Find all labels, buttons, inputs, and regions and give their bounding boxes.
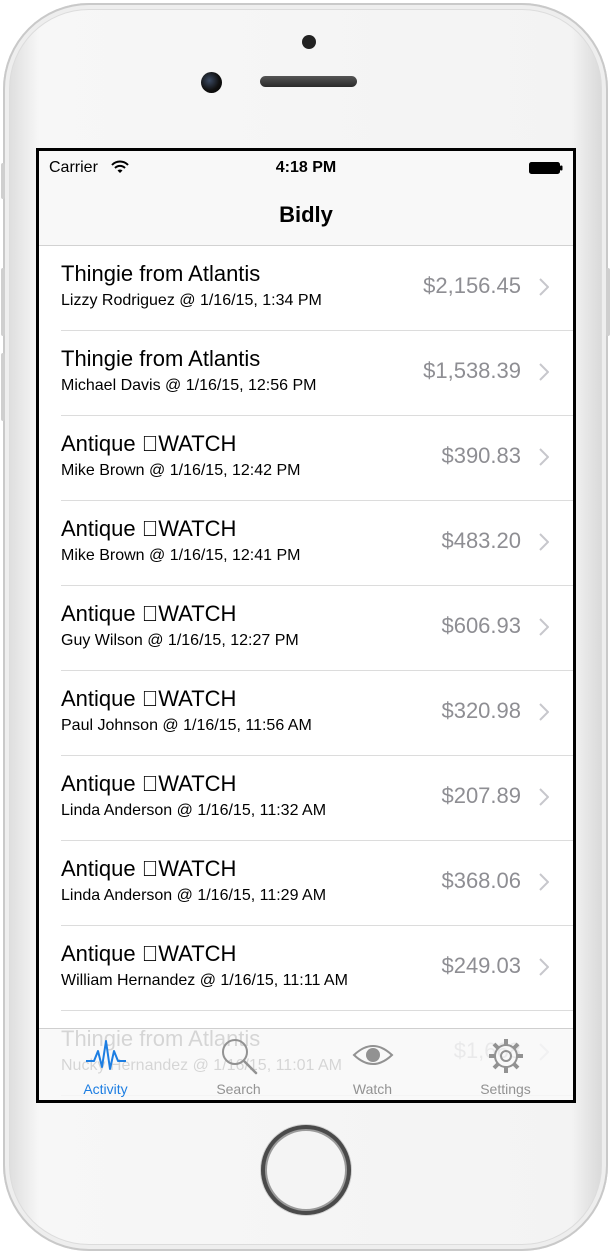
item-price: $368.06 [441, 868, 521, 893]
list-item[interactable]: Antique WATCH Guy Wilson @ 1/16/15, 12:2… [39, 586, 573, 671]
eye-icon [352, 1045, 393, 1065]
item-bidder: Linda Anderson @ 1/16/15, 11:29 AM [61, 887, 327, 904]
item-price: $207.89 [441, 783, 521, 808]
item-title: Thingie from Atlantis [61, 261, 261, 286]
item-title: Antique WATCH [61, 941, 236, 966]
item-bidder: William Hernandez @ 1/16/15, 11:11 AM [61, 972, 348, 989]
search-icon [221, 1039, 257, 1075]
chevron-right-icon [539, 788, 549, 806]
list-item[interactable]: Antique WATCH William Hernandez @ 1/16/1… [39, 926, 573, 1011]
front-camera [201, 72, 222, 93]
power-button [606, 268, 610, 336]
item-title: Antique WATCH [61, 431, 236, 456]
chevron-right-icon [539, 278, 549, 296]
tab-watch[interactable]: Watch [306, 1029, 439, 1100]
item-bidder: Mike Brown @ 1/16/15, 12:41 PM [61, 547, 301, 564]
tab-activity-label: Activity [83, 1081, 128, 1097]
volume-up-button [1, 268, 5, 336]
tab-settings-label: Settings [480, 1081, 531, 1097]
list-item[interactable]: Antique WATCH Linda Anderson @ 1/16/15, … [39, 756, 573, 841]
gear-icon [488, 1039, 523, 1073]
item-bidder: Paul Johnson @ 1/16/15, 11:56 AM [61, 717, 312, 734]
tab-search[interactable]: Search [172, 1029, 305, 1100]
chevron-right-icon [539, 703, 549, 721]
tab-activity[interactable]: Activity [39, 1029, 172, 1100]
tab-search-label: Search [216, 1081, 261, 1097]
list-item[interactable]: Thingie from Atlantis Michael Davis @ 1/1… [39, 331, 573, 416]
activity-icon [85, 1040, 126, 1070]
item-price: $1,538.39 [423, 358, 521, 383]
item-price: $483.20 [441, 528, 521, 553]
app-screen: Carrier 4:18 PM Bidly Thingie from Atlan… [39, 151, 573, 1100]
status-bar: Carrier 4:18 PM [39, 151, 573, 183]
item-title: Antique WATCH [61, 856, 236, 881]
list-item[interactable]: Antique WATCH Linda Anderson @ 1/16/15, … [39, 841, 573, 926]
mute-switch [1, 163, 5, 199]
status-time: 4:18 PM [275, 159, 337, 176]
tab-watch-label: Watch [352, 1081, 393, 1097]
item-price: $249.03 [441, 953, 521, 978]
item-price: $320.98 [441, 698, 521, 723]
list-item[interactable]: Antique WATCH Paul Johnson @ 1/16/15, 11… [39, 671, 573, 756]
item-title: Thingie from Atlantis [61, 346, 261, 371]
item-bidder: Guy Wilson @ 1/16/15, 12:27 PM [61, 632, 299, 649]
item-price: $606.93 [441, 613, 521, 638]
chevron-right-icon [539, 873, 549, 891]
battery-icon [529, 162, 563, 174]
chevron-right-icon [539, 448, 549, 466]
list-item[interactable]: Antique WATCH Mike Brown @ 1/16/15, 12:4… [39, 416, 573, 501]
item-bidder: Michael Davis @ 1/16/15, 12:56 PM [61, 377, 317, 394]
item-title: Antique WATCH [61, 686, 236, 711]
chevron-right-icon [539, 958, 549, 976]
item-price: $390.83 [441, 443, 521, 468]
chevron-right-icon [539, 618, 549, 636]
item-bidder: Linda Anderson @ 1/16/15, 11:32 AM [61, 802, 327, 819]
screen: Carrier 4:18 PM Bidly Thingie from Atlan… [36, 148, 576, 1103]
list-item[interactable]: Thingie from Atlantis Lizzy Rodriguez @ 1… [39, 246, 573, 331]
bid-list[interactable]: Thingie from Atlantis Lizzy Rodriguez @ 1… [39, 246, 573, 1096]
item-title: Antique WATCH [61, 601, 236, 626]
chevron-right-icon [539, 363, 549, 381]
item-price: $2,156.45 [423, 273, 521, 298]
item-bidder: Mike Brown @ 1/16/15, 12:42 PM [61, 462, 301, 479]
volume-down-button [1, 353, 5, 421]
tab-bar: Activity Search Watch Settings [39, 1028, 573, 1100]
earpiece-speaker [260, 76, 357, 87]
home-button[interactable] [261, 1125, 351, 1215]
navigation-bar: Bidly [39, 183, 573, 246]
item-title: Antique WATCH [61, 516, 236, 541]
item-bidder: Lizzy Rodriguez @ 1/16/15, 1:34 PM [61, 292, 322, 309]
page-title: Bidly [279, 202, 333, 227]
list-item[interactable]: Antique WATCH Mike Brown @ 1/16/15, 12:4… [39, 501, 573, 586]
proximity-sensor [302, 35, 316, 49]
chevron-right-icon [539, 533, 549, 551]
item-title: Antique WATCH [61, 771, 236, 796]
tab-settings[interactable]: Settings [439, 1029, 572, 1100]
